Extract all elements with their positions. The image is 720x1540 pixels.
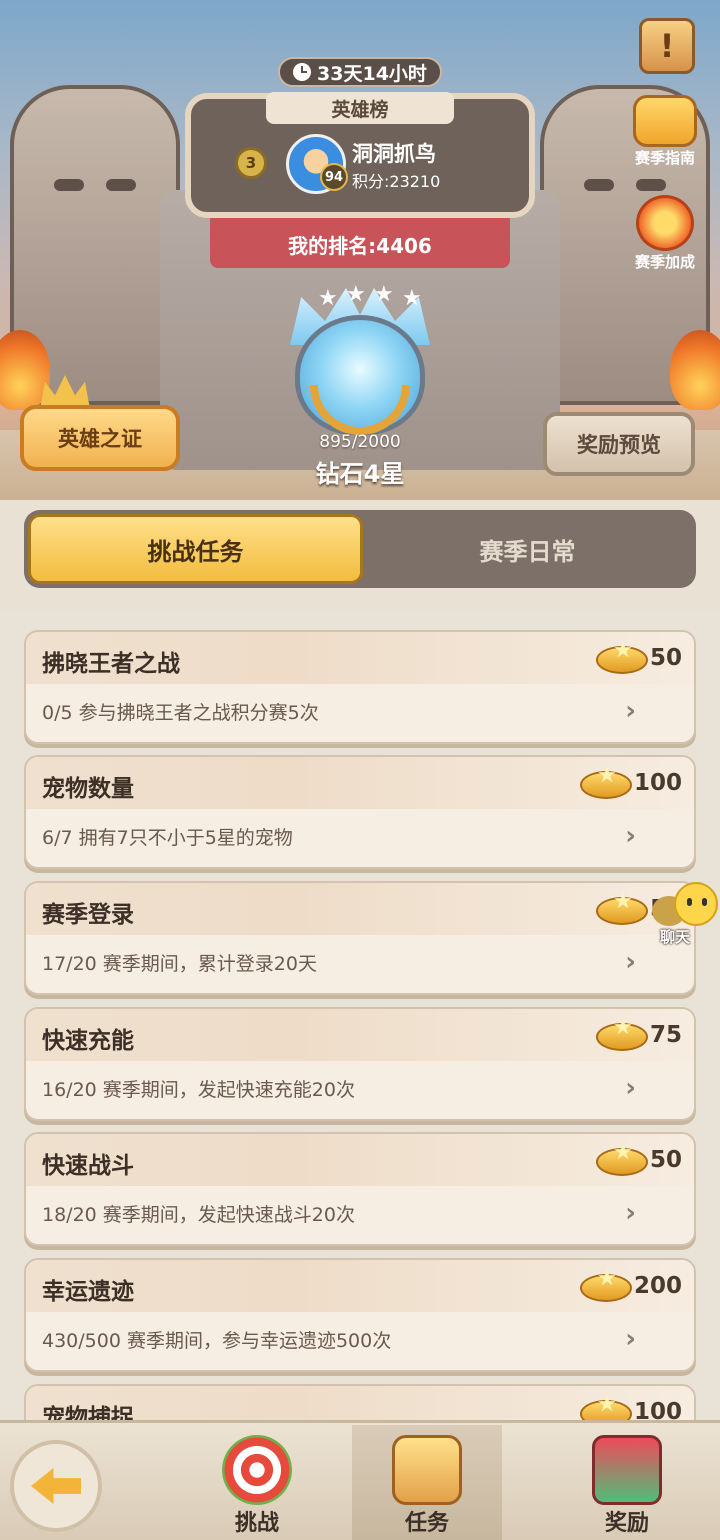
task-title: 快速充能: [42, 1028, 134, 1054]
task-reward: ★ 50: [595, 1140, 682, 1180]
task-title: 快速战斗: [42, 1153, 134, 1179]
task-tabs: 挑战任务 赛季日常: [24, 510, 696, 588]
task-description: 17/20 赛季期间，累计登录20天: [42, 953, 317, 975]
chat-button[interactable]: 聊天: [650, 882, 720, 952]
chevron-right-icon[interactable]: ›: [625, 1198, 636, 1228]
season-coin-icon: ★: [579, 1392, 632, 1422]
task-reward: ★ 200: [579, 1266, 682, 1306]
task-reward: ★ 50: [595, 638, 682, 678]
back-button[interactable]: [10, 1440, 102, 1532]
my-rank: 我的排名:4406: [288, 234, 432, 258]
hero-certificate-button[interactable]: 英雄之证: [20, 405, 180, 471]
tier-points: 895/2000: [319, 432, 401, 452]
season-boost-button[interactable]: 赛季加成: [620, 195, 710, 272]
chevron-right-icon[interactable]: ›: [625, 821, 636, 851]
task-title: 宠物捕捉: [42, 1405, 134, 1422]
tier-star-icon: ★: [318, 286, 338, 311]
task-card[interactable]: 赛季登录 ★ 50 17/20 赛季期间，累计登录20天 ›: [24, 881, 696, 995]
season-coin-icon: ★: [595, 1015, 648, 1055]
tab-season-daily[interactable]: 赛季日常: [363, 514, 692, 584]
task-reward-amount: 50: [649, 645, 682, 671]
task-title: 赛季登录: [42, 902, 134, 928]
task-reward-amount: 100: [633, 1399, 682, 1422]
scroll-icon: [392, 1435, 462, 1505]
gift-icon: [592, 1435, 662, 1505]
chevron-right-icon[interactable]: ›: [625, 1324, 636, 1354]
chevron-right-icon[interactable]: ›: [625, 1073, 636, 1103]
nav-item-challenge[interactable]: 挑战: [182, 1425, 332, 1540]
season-coin-icon: ★: [595, 889, 648, 929]
clock-icon: [293, 63, 312, 81]
season-timer: 33天14小时: [278, 57, 442, 87]
task-list[interactable]: 拂晓王者之战 ★ 50 0/5 参与拂晓王者之战积分赛5次 › 宠物数量 ★ 1…: [0, 612, 720, 1422]
task-description: 6/7 拥有7只不小于5星的宠物: [42, 827, 293, 849]
player-level-badge: 94: [320, 163, 348, 191]
rank-medal-icon: 3: [235, 147, 267, 179]
chevron-right-icon[interactable]: ›: [625, 947, 636, 977]
nav-item-rewards[interactable]: 奖励: [552, 1425, 702, 1540]
arrow-left-icon: [31, 1468, 81, 1504]
tab-challenge-tasks[interactable]: 挑战任务: [28, 514, 363, 584]
nav-item-tasks[interactable]: 任务: [352, 1425, 502, 1540]
task-description: 18/20 赛季期间，发起快速战斗20次: [42, 1204, 355, 1226]
task-reward-amount: 75: [649, 1022, 682, 1048]
player-name: 洞洞抓鸟: [352, 142, 436, 166]
task-title: 拂晓王者之战: [42, 651, 180, 677]
task-description: 430/500 赛季期间，参与幸运遗迹500次: [42, 1330, 392, 1352]
chat-label: 聊天: [660, 928, 691, 946]
season-coin-icon: ★: [595, 638, 648, 678]
task-card[interactable]: 快速战斗 ★ 50 18/20 赛季期间，发起快速战斗20次 ›: [24, 1132, 696, 1246]
season-boost-label: 赛季加成: [634, 253, 695, 271]
task-reward-amount: 100: [633, 770, 682, 796]
boost-icon: [636, 195, 694, 251]
season-coin-icon: ★: [579, 1266, 632, 1306]
task-card[interactable]: 宠物捕捉 ★ 100: [24, 1384, 696, 1422]
nav-label: 任务: [404, 1511, 449, 1536]
player-score: 积分:23210: [352, 172, 441, 191]
task-card[interactable]: 快速充能 ★ 75 16/20 赛季期间，发起快速充能20次 ›: [24, 1007, 696, 1121]
task-title: 宠物数量: [42, 776, 134, 802]
season-guide-button[interactable]: 赛季指南: [620, 95, 710, 168]
flame-right: [670, 330, 720, 410]
tier-star-icon: ★: [374, 282, 394, 307]
task-reward-amount: 50: [649, 1147, 682, 1173]
nav-label: 挑战: [234, 1511, 279, 1536]
task-card[interactable]: 宠物数量 ★ 100 6/7 拥有7只不小于5星的宠物 ›: [24, 755, 696, 869]
tier-name: 钻石4星: [315, 460, 405, 488]
task-reward: ★ 75: [595, 1015, 682, 1055]
task-reward-amount: 200: [633, 1273, 682, 1299]
notice-icon[interactable]: !: [639, 18, 695, 74]
season-timer-text: 33天14小时: [317, 62, 427, 85]
helmet-icon: [633, 95, 697, 147]
season-coin-icon: ★: [579, 763, 632, 803]
target-icon: [222, 1435, 292, 1505]
task-description: 16/20 赛季期间，发起快速充能20次: [42, 1079, 355, 1101]
chevron-right-icon[interactable]: ›: [625, 696, 636, 726]
tier-star-icon: ★: [346, 282, 366, 307]
smiley-icon: [674, 882, 718, 926]
task-title: 幸运遗迹: [42, 1279, 134, 1305]
season-guide-label: 赛季指南: [634, 149, 695, 167]
task-description: 0/5 参与拂晓王者之战积分赛5次: [42, 702, 319, 724]
task-reward: ★ 100: [579, 1392, 682, 1422]
task-card[interactable]: 拂晓王者之战 ★ 50 0/5 参与拂晓王者之战积分赛5次 ›: [24, 630, 696, 744]
nav-label: 奖励: [604, 1511, 649, 1536]
tier-star-icon: ★: [402, 286, 422, 311]
tier-emblem[interactable]: ★ ★ ★ ★: [270, 282, 450, 435]
reward-preview-button[interactable]: 奖励预览: [543, 412, 695, 476]
task-reward: ★ 100: [579, 763, 682, 803]
season-coin-icon: ★: [595, 1140, 648, 1180]
leaderboard-title: 英雄榜: [266, 92, 454, 124]
task-card[interactable]: 幸运遗迹 ★ 200 430/500 赛季期间，参与幸运遗迹500次 ›: [24, 1258, 696, 1372]
